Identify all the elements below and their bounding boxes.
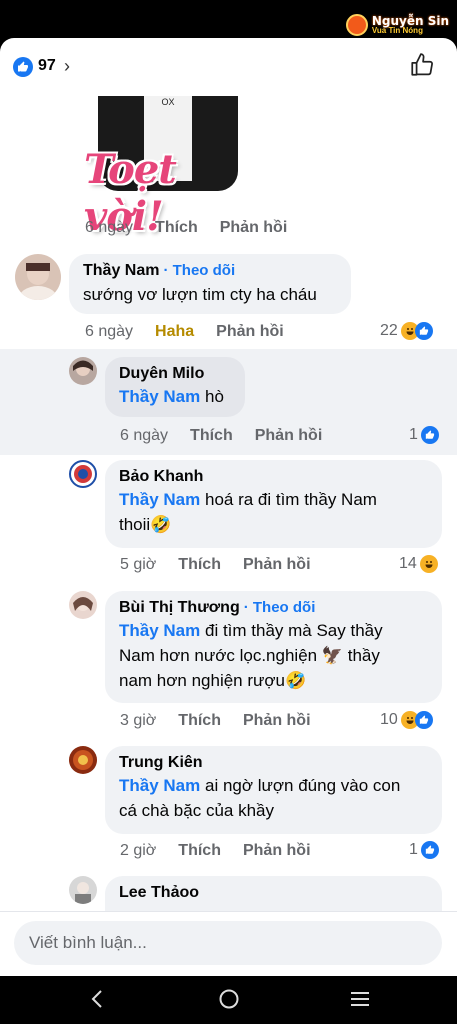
- comment-time: 3 giờ: [120, 712, 157, 729]
- comment-time: 6 ngày: [85, 323, 134, 340]
- like-icon: [414, 322, 433, 340]
- comment-time: 2 giờ: [120, 842, 157, 859]
- comment-bubble: Duyên Milo Thầy Nam hò: [105, 357, 245, 417]
- post-reply-button[interactable]: Phản hồi: [220, 219, 288, 237]
- like-button[interactable]: Thích: [178, 712, 221, 730]
- comment-bubble: Trung Kiên Thầy Nam ai ngờ lượn đúng vào…: [105, 746, 442, 834]
- comment-meta: 6 ngày Thích Phản hồi: [120, 427, 322, 445]
- haha-icon: [419, 555, 438, 573]
- like-icon: [420, 426, 439, 444]
- avatar[interactable]: [15, 254, 61, 300]
- home-icon[interactable]: [218, 988, 240, 1015]
- avatar[interactable]: [69, 591, 97, 619]
- comment-text: ai ngờ lượn đúng vào con: [204, 776, 401, 795]
- watermark-tagline: Vua Tin Nóng: [371, 26, 423, 35]
- reaction-count: 1: [409, 426, 418, 443]
- follow-button[interactable]: · Theo dõi: [163, 262, 235, 279]
- comment-bubble: Bảo Khanh Thầy Nam hoá ra đi tìm thầy Na…: [105, 460, 442, 548]
- comment-meta: 6 ngày Haha Phản hồi: [85, 323, 284, 341]
- like-reaction-icon[interactable]: [13, 57, 33, 77]
- comments-sheet: 97 › OX Toẹt vời! 6 ngày Thích Phản hồi …: [0, 38, 457, 976]
- reaction-count: 10: [380, 711, 398, 728]
- android-nav-bar: [0, 976, 457, 1024]
- comment-meta: 3 giờ Thích Phản hồi: [120, 712, 311, 730]
- comment-author[interactable]: Duyên Milo: [119, 365, 231, 383]
- comment-author[interactable]: Thầy Nam: [83, 262, 159, 280]
- like-button[interactable]: Thích: [178, 842, 221, 860]
- like-button[interactable]: Thích: [190, 427, 233, 445]
- reaction-summary[interactable]: 10: [380, 711, 433, 729]
- comment-author[interactable]: Lee Thảoo: [119, 884, 428, 902]
- status-bar: Nguyễn Sin Vua Tin Nóng: [0, 0, 457, 38]
- watermark-logo: [345, 14, 368, 36]
- avatar[interactable]: [69, 357, 97, 385]
- chevron-right-icon[interactable]: ›: [64, 56, 70, 77]
- comment-text: sướng vơ lượn tim cty ha cháu: [83, 285, 317, 304]
- avatar[interactable]: [69, 460, 97, 488]
- thumbs-up-outline-icon[interactable]: [409, 52, 435, 83]
- avatar[interactable]: [69, 876, 97, 904]
- reaction-summary[interactable]: 1: [409, 426, 439, 444]
- follow-button[interactable]: · Theo dõi: [244, 599, 316, 616]
- reaction-bar: 97 ›: [0, 38, 457, 94]
- comment-text-line2: Nam hơn nước lọc.nghiện 🦅 thầy: [119, 646, 380, 665]
- back-icon[interactable]: [88, 988, 106, 1015]
- post-like-button[interactable]: Thích: [155, 219, 198, 237]
- post-meta: 6 ngày Thích Phản hồi: [85, 219, 287, 237]
- comment-meta: 2 giờ Thích Phản hồi: [120, 842, 311, 860]
- comment-text-line2: thoii🤣: [119, 515, 172, 534]
- recents-icon[interactable]: [349, 988, 371, 1015]
- mention-link[interactable]: Thầy Nam: [119, 776, 200, 795]
- comment-meta: 5 giờ Thích Phản hồi: [120, 556, 311, 574]
- reaction-summary[interactable]: 14: [399, 555, 438, 573]
- comment-author[interactable]: Bảo Khanh: [119, 468, 428, 486]
- comment-author[interactable]: Bùi Thị Thương: [119, 599, 240, 617]
- reply-button[interactable]: Phản hồi: [243, 556, 311, 574]
- like-button[interactable]: Thích: [178, 556, 221, 574]
- reaction-summary[interactable]: 1: [409, 841, 439, 859]
- reaction-count: 14: [399, 555, 417, 572]
- comment-text-line3: nam hơn nghiện rượu🤣: [119, 671, 307, 690]
- mention-link[interactable]: Thầy Nam: [119, 621, 200, 640]
- comment-text: hoá ra đi tìm thầy Nam: [204, 490, 377, 509]
- sticker-shirt-text: OX: [161, 97, 175, 107]
- comment-bubble: Bùi Thị Thương · Theo dõi Thầy Nam đi tì…: [105, 591, 442, 703]
- comment-text-line2: cá chà bặc của khầy: [119, 801, 274, 820]
- watermark: Nguyễn Sin Vua Tin Nóng: [345, 10, 449, 40]
- comment-input[interactable]: Viết bình luận...: [14, 921, 442, 965]
- avatar[interactable]: [69, 746, 97, 774]
- like-icon: [420, 841, 439, 859]
- comment-author[interactable]: Trung Kiên: [119, 754, 428, 772]
- reply-button[interactable]: Phản hồi: [243, 712, 311, 730]
- comment-time: 6 ngày: [120, 427, 169, 444]
- reaction-summary[interactable]: 22: [380, 322, 433, 340]
- haha-reaction-button[interactable]: Haha: [155, 323, 194, 341]
- comment-time: 5 giờ: [120, 556, 157, 573]
- comment-bubble: Thầy Nam · Theo dõi sướng vơ lượn tim ct…: [69, 254, 351, 314]
- reply-button[interactable]: Phản hồi: [255, 427, 323, 445]
- mention-link[interactable]: Thầy Nam: [119, 387, 200, 406]
- comment-composer: Viết bình luận...: [0, 911, 457, 976]
- reply-button[interactable]: Phản hồi: [243, 842, 311, 860]
- reaction-count[interactable]: 97: [38, 57, 56, 75]
- like-icon: [414, 711, 433, 729]
- post-time: 6 ngày: [85, 219, 134, 236]
- reaction-count: 1: [409, 841, 418, 858]
- comment-text: đi tìm thầy mà Say thầy: [204, 621, 383, 640]
- reaction-count: 22: [380, 322, 398, 339]
- reply-button[interactable]: Phản hồi: [216, 323, 284, 341]
- mention-link[interactable]: Thầy Nam: [119, 490, 200, 509]
- comment-text: hò: [204, 387, 224, 406]
